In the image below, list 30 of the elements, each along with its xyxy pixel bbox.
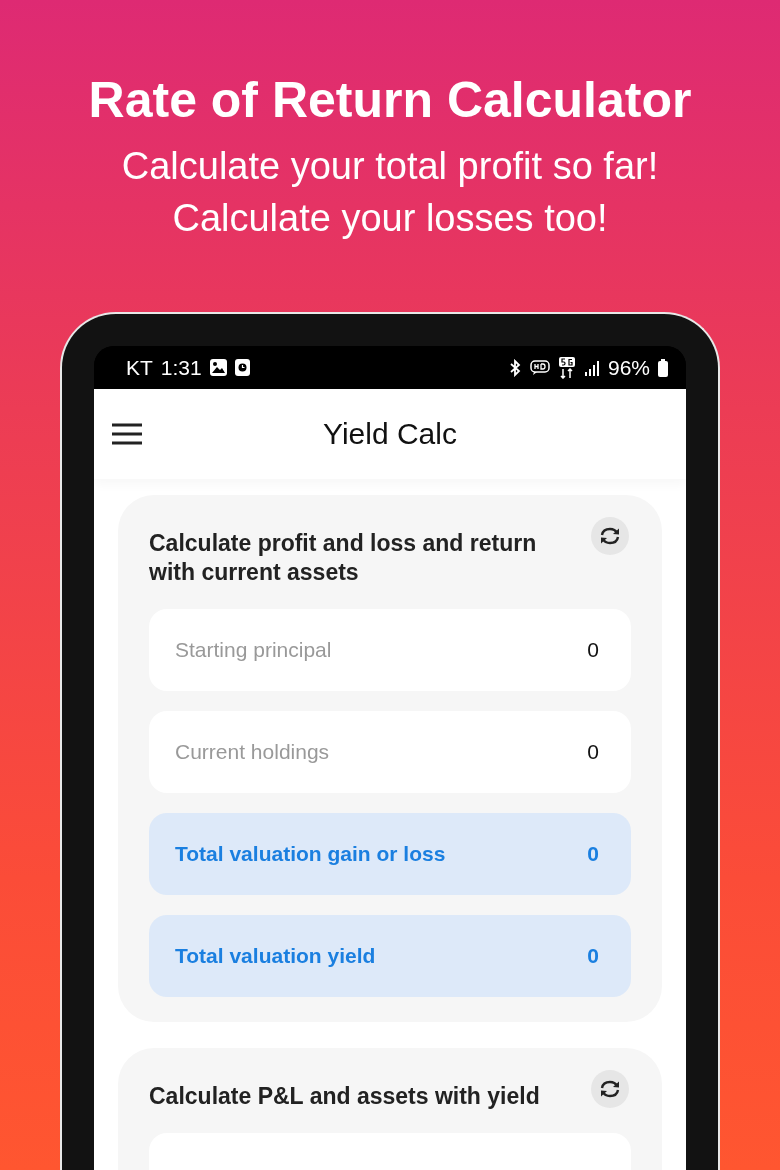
input-field[interactable]: Current holdings 0	[149, 711, 631, 793]
field-label: Starting principal	[175, 638, 332, 662]
clock-app-icon	[234, 359, 250, 376]
app-title: Yield Calc	[323, 417, 457, 451]
hd-voice-icon	[529, 359, 550, 376]
result-value: 0	[587, 944, 599, 968]
refresh-icon	[598, 526, 622, 546]
field-label: Current holdings	[175, 740, 330, 764]
battery-icon	[658, 358, 668, 377]
carrier-label: KT	[126, 355, 153, 380]
input-field[interactable]: Starting principal 0	[149, 609, 631, 691]
image-icon	[209, 359, 227, 376]
menu-icon	[112, 423, 142, 445]
subtitle: Calculate your losses too!	[172, 196, 608, 241]
refresh-button[interactable]	[591, 1070, 629, 1108]
clock: 1:31	[160, 355, 202, 380]
headline: Rate of Return Calculator	[88, 71, 692, 130]
card-heading: Calculate profit and loss and return with current assets	[149, 529, 538, 587]
refresh-icon	[598, 1079, 622, 1099]
result-value: 0	[587, 842, 599, 866]
card-heading: Calculate P&L and assets with yield	[149, 1082, 541, 1111]
field-value: 0	[587, 740, 599, 764]
battery-percent: 96%	[607, 355, 650, 380]
result-label: Total valuation yield	[175, 944, 376, 968]
refresh-button[interactable]	[591, 517, 629, 555]
subtitle: Calculate your total profit so far!	[121, 144, 659, 189]
result-label: Total valuation gain or loss	[175, 842, 446, 866]
field-value: 0	[587, 638, 599, 662]
network-5g-icon	[557, 356, 576, 379]
signal-icon	[583, 359, 600, 376]
